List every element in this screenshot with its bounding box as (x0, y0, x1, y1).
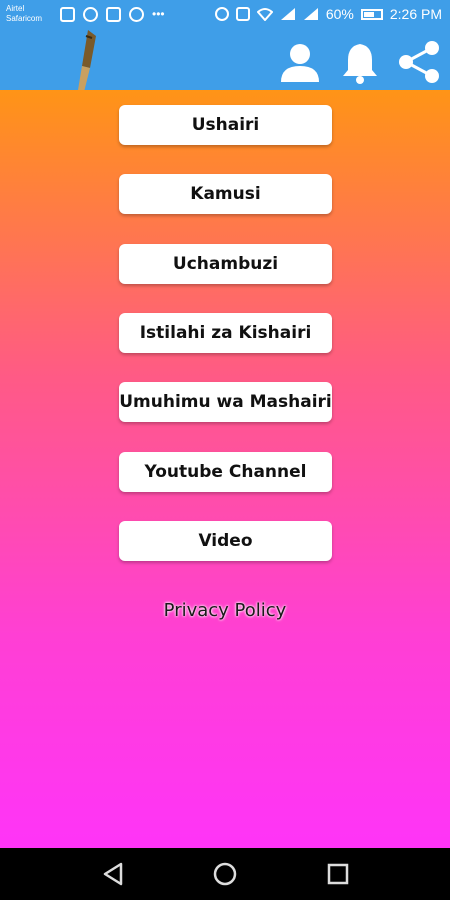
carrier-line-2: Safaricom (6, 14, 43, 23)
notification-icons: ••• (60, 7, 165, 22)
b-app-icon (83, 7, 98, 22)
signal-icon-2 (303, 8, 318, 20)
menu-button-uchambuzi[interactable]: Uchambuzi (119, 244, 332, 284)
home-icon[interactable] (211, 860, 239, 888)
more-notifications-icon: ••• (152, 7, 165, 21)
menu-button-umuhimu[interactable]: Umuhimu wa Mashairi (119, 382, 332, 422)
carrier-line-1: Airtel (6, 4, 25, 13)
data-saver-icon (214, 7, 229, 21)
menu-button-video[interactable]: Video (119, 521, 332, 561)
app-bar (0, 30, 450, 100)
clock: 2:26 PM (389, 6, 442, 22)
wifi-icon (256, 8, 273, 21)
menu-button-youtube[interactable]: Youtube Channel (119, 452, 332, 492)
carrier-label: Airtel Safaricom (6, 4, 42, 24)
navigation-bar (0, 848, 450, 900)
message-icon (60, 7, 75, 22)
person-icon[interactable] (278, 40, 322, 84)
battery-icon (360, 8, 383, 20)
vibrate-icon (235, 7, 250, 21)
signal-icon-1 (280, 8, 295, 20)
status-right: 60% 2:26 PM (214, 6, 442, 22)
battery-percent: 60% (325, 6, 354, 22)
bell-icon[interactable] (338, 40, 382, 84)
menu-button-ushairi[interactable]: Ushairi (119, 105, 332, 145)
recents-icon[interactable] (324, 860, 352, 888)
privacy-policy-link[interactable]: Privacy Policy (0, 600, 450, 621)
share-icon[interactable] (398, 40, 442, 84)
menu-button-istilahi[interactable]: Istilahi za Kishairi (119, 313, 332, 353)
chat-icon (129, 7, 144, 22)
instagram-icon (106, 7, 121, 22)
menu-button-kamusi[interactable]: Kamusi (119, 174, 332, 214)
main-content: Ushairi Kamusi Uchambuzi Istilahi za Kis… (0, 90, 450, 848)
back-icon[interactable] (99, 860, 127, 888)
